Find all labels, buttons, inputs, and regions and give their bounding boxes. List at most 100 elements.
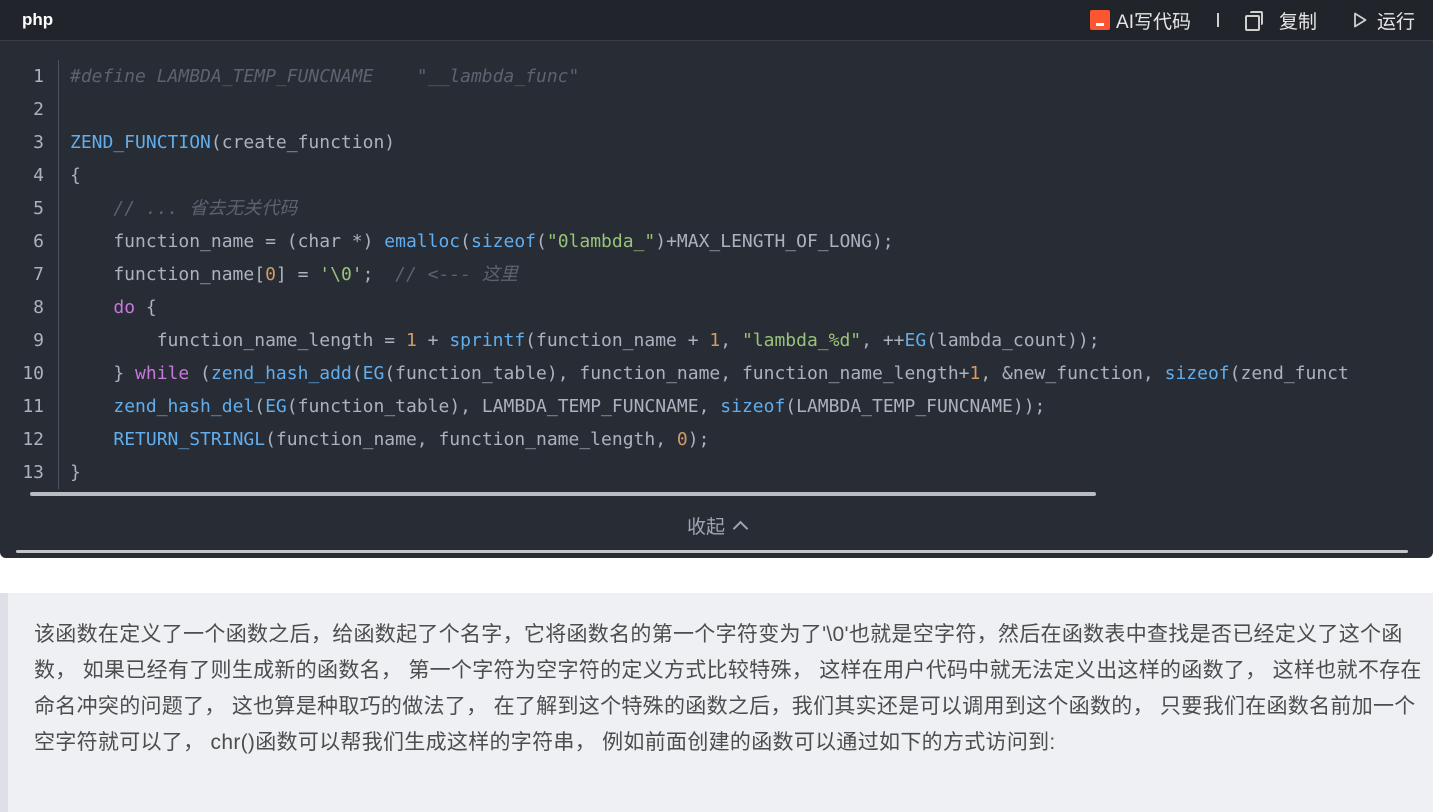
code-token: (function_name, function_name_length, bbox=[265, 429, 677, 450]
code-token: "__lambda_func" bbox=[416, 66, 580, 87]
code-line: } while (zend_hash_add(EG(function_table… bbox=[70, 357, 1349, 390]
code-token: 1 bbox=[709, 330, 721, 351]
line-number: 12 bbox=[22, 429, 44, 450]
code-line: do { bbox=[70, 291, 157, 324]
line-number: 8 bbox=[33, 297, 44, 318]
ai-logo-icon bbox=[1090, 10, 1111, 30]
code-token: (function_table), function_name, functio… bbox=[384, 363, 970, 384]
line-number: 4 bbox=[33, 165, 44, 186]
code-token: (LAMBDA_TEMP_FUNCNAME)); bbox=[785, 396, 1046, 417]
line-number: 11 bbox=[22, 396, 44, 417]
code-line: zend_hash_del(EG(function_table), LAMBDA… bbox=[70, 390, 1045, 423]
code-token: (function_table), LAMBDA_TEMP_FUNCNAME, bbox=[286, 396, 721, 417]
code-line: { bbox=[70, 159, 81, 192]
code-line: #define LAMBDA_TEMP_FUNCNAME "__lambda_f… bbox=[70, 60, 579, 93]
code-token: ( bbox=[536, 231, 547, 252]
code-token: "0lambda_" bbox=[546, 231, 656, 252]
line-number: 13 bbox=[22, 462, 44, 483]
code-token: // ... 省去无关代码 bbox=[113, 198, 298, 219]
line-number: 3 bbox=[33, 132, 44, 153]
line-number: 5 bbox=[33, 198, 44, 219]
code-token: (function_name + bbox=[525, 330, 710, 351]
code-token: function_name_length = bbox=[70, 330, 406, 351]
code-token: EG bbox=[265, 396, 287, 417]
code-token: // <--- 这里 bbox=[395, 264, 518, 285]
line-number: 9 bbox=[33, 330, 44, 351]
code-token: + bbox=[416, 330, 450, 351]
collapse-toggle: 收起 bbox=[0, 512, 1433, 539]
code-line: function_name[0] = '\0'; // <--- 这里 bbox=[70, 258, 518, 291]
code-token: "lambda_%d" bbox=[741, 330, 862, 351]
code-area[interactable]: 1 2 3 4 5 6 7 8 9 10 11 12 13 #define LAMBDA_TEMP_FU… bbox=[0, 60, 1433, 489]
code-token: (lambda_count)); bbox=[926, 330, 1100, 351]
line-number-gutter: 1 2 3 4 5 6 7 8 9 10 11 12 13 bbox=[0, 60, 59, 489]
code-token: , bbox=[720, 330, 742, 351]
code-token: { bbox=[135, 297, 157, 318]
code-token: 1 bbox=[969, 363, 981, 384]
line-number: 1 bbox=[33, 66, 44, 87]
code-token: { bbox=[70, 165, 81, 186]
copy-button[interactable]: 复制 bbox=[1244, 7, 1317, 34]
code-block: php AI写代码 复制 运行 1 2 3 4 5 6 7 8 9 10 11 12 13 #defin… bbox=[0, 0, 1433, 558]
code-token: , &new_function, bbox=[980, 363, 1165, 384]
code-token: sizeof bbox=[1164, 363, 1230, 384]
code-token: EG bbox=[362, 363, 385, 384]
code-token: ( bbox=[460, 231, 471, 252]
code-token: ( bbox=[254, 396, 266, 417]
code-token: zend_hash_add bbox=[210, 363, 352, 384]
code-token: sizeof bbox=[470, 231, 537, 252]
horizontal-scrollbar[interactable] bbox=[30, 492, 1096, 496]
code-line: function_name = (char *) emalloc(sizeof(… bbox=[70, 225, 894, 258]
code-token: zend_hash_del bbox=[113, 396, 255, 417]
line-number: 2 bbox=[33, 99, 44, 120]
code-token: ); bbox=[687, 429, 710, 450]
code-token: ZEND_FUNCTION bbox=[70, 132, 211, 153]
copy-label: 复制 bbox=[1278, 11, 1317, 33]
explanation-paragraph: 该函数在定义了一个函数之后，给函数起了个名字，它将函数名的第一个字符变为了'\0… bbox=[34, 623, 1422, 754]
line-number: 10 bbox=[22, 363, 44, 384]
ai-write-code-label: AI写代码 bbox=[1116, 11, 1191, 33]
code-token: 0 bbox=[676, 429, 688, 450]
code-toolbar: AI写代码 复制 运行 bbox=[1090, 6, 1415, 34]
code-token: function_name = (char *) bbox=[70, 231, 385, 252]
code-token: RETURN_STRINGL bbox=[113, 429, 266, 450]
run-label: 运行 bbox=[1376, 11, 1415, 33]
code-line: RETURN_STRINGL(function_name, function_n… bbox=[70, 423, 709, 456]
code-token: (create_function) bbox=[210, 132, 396, 153]
code-token: sizeof bbox=[720, 396, 786, 417]
code-line: function_name_length = 1 + sprintf(funct… bbox=[70, 324, 1100, 357]
line-number: 6 bbox=[33, 231, 44, 252]
code-token: ] = bbox=[275, 264, 320, 285]
ai-write-code-button[interactable]: AI写代码 bbox=[1090, 7, 1191, 34]
code-token: )+MAX_LENGTH_OF_LONG); bbox=[655, 231, 894, 252]
line-number: 7 bbox=[33, 264, 44, 285]
run-button[interactable]: 运行 bbox=[1353, 7, 1415, 34]
copy-icon bbox=[1244, 11, 1263, 31]
code-token: while bbox=[135, 363, 190, 384]
code-token: } bbox=[70, 462, 81, 483]
code-line: // ... 省去无关代码 bbox=[70, 192, 297, 225]
collapse-button[interactable]: 收起 bbox=[686, 512, 749, 539]
code-token: } bbox=[70, 363, 136, 384]
toolbar-divider bbox=[1216, 13, 1219, 27]
bottom-scrollbar[interactable] bbox=[16, 550, 1408, 553]
code-token: #define LAMBDA_TEMP_FUNCNAME bbox=[70, 66, 417, 87]
collapse-label: 收起 bbox=[686, 517, 725, 538]
play-icon bbox=[1354, 12, 1367, 28]
code-token: (zend_funct bbox=[1229, 363, 1349, 384]
explanation-blockquote: 该函数在定义了一个函数之后，给函数起了个名字，它将函数名的第一个字符变为了'\0… bbox=[0, 593, 1433, 812]
code-line: } bbox=[70, 456, 81, 489]
code-token: do bbox=[113, 297, 136, 318]
code-token: sprintf bbox=[449, 330, 526, 351]
code-token: '\0' bbox=[319, 264, 363, 285]
language-label: php bbox=[22, 10, 54, 29]
code-line: ZEND_FUNCTION(create_function) bbox=[70, 126, 395, 159]
code-token: EG bbox=[904, 330, 927, 351]
code-token: ( bbox=[351, 363, 363, 384]
code-token: function_name[ bbox=[70, 264, 266, 285]
code-header: php AI写代码 复制 运行 bbox=[0, 0, 1433, 41]
